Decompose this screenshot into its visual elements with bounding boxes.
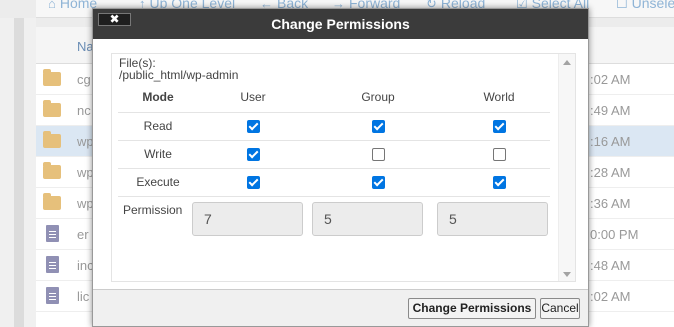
dialog-footer: Change Permissions Cancel	[93, 289, 588, 326]
file-modified-time: :02 AM	[590, 289, 631, 304]
group-execute-checkbox[interactable]	[372, 176, 385, 189]
column-header-world: World	[483, 90, 515, 104]
home-button[interactable]: ⌂ Home	[48, 0, 97, 11]
unselect-button[interactable]: ☐Unselect	[616, 0, 674, 12]
folder-icon	[43, 193, 61, 210]
folder-icon	[43, 131, 61, 148]
permissions-panel: File(s): /public_html/wp-admin Mode User…	[111, 53, 576, 282]
user-write-checkbox[interactable]	[247, 148, 260, 161]
folder-icon	[43, 100, 61, 117]
mode-label: Read	[143, 119, 173, 133]
cancel-button[interactable]: Cancel	[540, 298, 580, 319]
left-panel-scrollbar[interactable]	[14, 18, 24, 327]
world-execute-checkbox[interactable]	[493, 176, 506, 189]
world-read-checkbox[interactable]	[493, 120, 506, 133]
permission-row-read: Read	[118, 112, 550, 140]
group-octal-field: 5	[312, 202, 423, 236]
file-modified-time: :49 AM	[590, 103, 631, 118]
permission-label: Permission	[123, 203, 183, 217]
world-write-checkbox[interactable]	[493, 148, 506, 161]
unselect-icon: ☐	[616, 0, 628, 11]
home-icon: ⌂	[48, 0, 56, 11]
user-read-checkbox[interactable]	[247, 120, 260, 133]
user-octal-field: 7	[192, 202, 303, 236]
file-name: cg	[77, 72, 91, 87]
change-permissions-dialog: ✖ Change Permissions File(s): /public_ht…	[92, 8, 589, 327]
file-icon	[46, 287, 59, 304]
dialog-body: File(s): /public_html/wp-admin Mode User…	[93, 39, 588, 289]
scroll-up-icon[interactable]	[563, 60, 571, 65]
scroll-down-icon[interactable]	[563, 272, 571, 277]
group-write-checkbox[interactable]	[372, 148, 385, 161]
dialog-titlebar[interactable]: ✖ Change Permissions	[93, 9, 588, 39]
table-divider	[118, 196, 550, 197]
file-modified-time: :36 AM	[590, 196, 631, 211]
column-header-user: User	[240, 90, 266, 104]
permission-row-write: Write	[118, 140, 550, 168]
panel-scrollbar[interactable]	[558, 54, 575, 281]
permission-row-execute: Execute	[118, 168, 550, 196]
file-name: nc	[77, 103, 91, 118]
folder-icon	[43, 162, 61, 179]
column-header-group: Group	[361, 90, 395, 104]
file-modified-time: 0:00 PM	[590, 227, 639, 242]
dialog-title: Change Permissions	[271, 16, 410, 32]
file-name: lic	[77, 289, 90, 304]
mode-label: Write	[144, 147, 172, 161]
change-permissions-button[interactable]: Change Permissions	[408, 298, 536, 319]
file-name: er	[77, 227, 89, 242]
group-read-checkbox[interactable]	[372, 120, 385, 133]
permissions-header-row: Mode User Group World	[118, 84, 550, 112]
column-header-mode: Mode	[142, 90, 174, 104]
file-modified-time: :02 AM	[590, 72, 631, 87]
world-octal-field: 5	[437, 202, 548, 236]
mode-label: Execute	[136, 175, 180, 189]
file-icon	[46, 256, 59, 273]
file-modified-time: :48 AM	[590, 258, 631, 273]
file-modified-time: :16 AM	[590, 134, 631, 149]
folder-icon	[43, 69, 61, 86]
left-panel	[0, 18, 36, 327]
file-modified-time: :28 AM	[590, 165, 631, 180]
file-icon	[46, 225, 59, 242]
user-execute-checkbox[interactable]	[247, 176, 260, 189]
files-path: /public_html/wp-admin	[119, 68, 239, 82]
